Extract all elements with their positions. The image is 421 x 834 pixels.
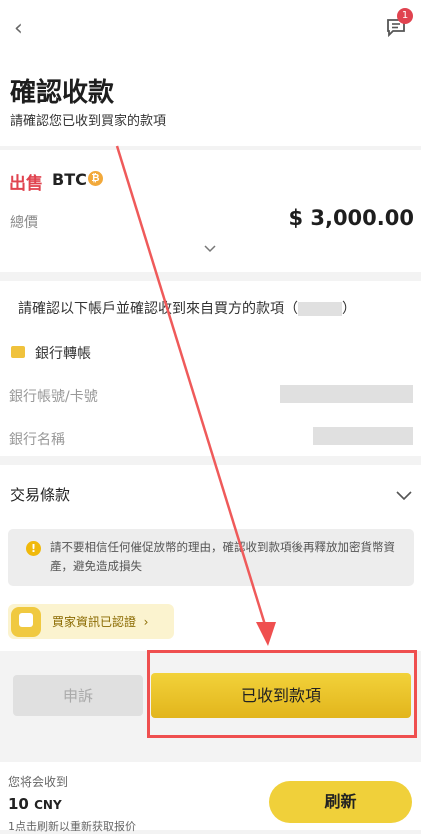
annotation-arrow <box>115 145 276 646</box>
